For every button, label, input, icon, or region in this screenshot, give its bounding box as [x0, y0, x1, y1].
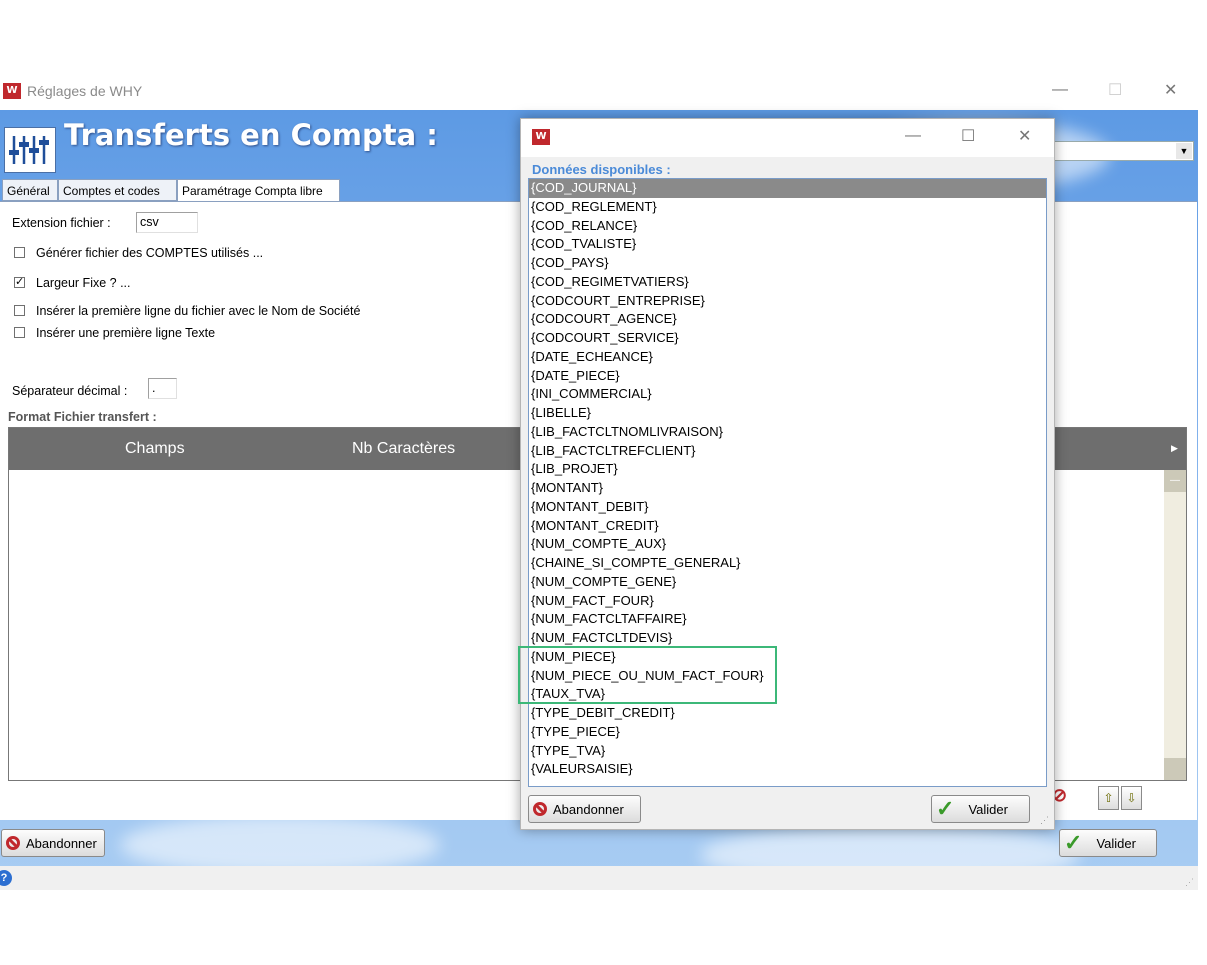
dialog-validate-button[interactable]: ✓ Valider	[931, 795, 1030, 823]
list-item[interactable]: {LIB_FACTCLTREFCLIENT}	[529, 442, 1046, 461]
dialog-resize-grip-icon[interactable]: ⋰	[1040, 815, 1049, 826]
window-title: Réglages de WHY	[27, 83, 143, 99]
main-titlebar: W Réglages de WHY — ☐ ✕	[0, 75, 1198, 109]
list-item[interactable]: {MONTANT_CREDIT}	[529, 517, 1046, 536]
settings-sliders-icon	[4, 127, 56, 173]
grid-scrollbar[interactable]: —	[1164, 470, 1186, 780]
checkmark-icon: ✓	[1064, 830, 1083, 855]
list-item[interactable]: {NUM_FACT_FOUR}	[529, 592, 1046, 611]
list-item[interactable]: {MONTANT_DEBIT}	[529, 498, 1046, 517]
page-title: Transferts en Compta :	[64, 118, 438, 152]
list-item[interactable]: {TYPE_DEBIT_CREDIT}	[529, 704, 1046, 723]
dialog-close-button[interactable]: ✕	[1018, 126, 1031, 146]
list-item[interactable]: {LIBELLE}	[529, 404, 1046, 423]
list-item[interactable]: {CODCOURT_ENTREPRISE}	[529, 292, 1046, 311]
tab-parametrage-compta-libre[interactable]: Paramétrage Compta libre	[177, 179, 340, 202]
dialog-minimize-button[interactable]: —	[905, 127, 921, 145]
list-item[interactable]: {COD_RELANCE}	[529, 217, 1046, 236]
list-item[interactable]: {COD_REGIMETVATIERS}	[529, 273, 1046, 292]
move-up-button[interactable]: ⇧	[1098, 786, 1119, 810]
highlight-box	[518, 646, 777, 704]
list-item[interactable]: {DATE_ECHEANCE}	[529, 348, 1046, 367]
dialog-cancel-button[interactable]: Abandonner	[528, 795, 641, 823]
list-item[interactable]: {NUM_FACTCLTDEVIS}	[529, 629, 1046, 648]
dialog-validate-button-label: Valider	[968, 801, 1008, 817]
checkbox-label-premiere-ligne-texte: Insérer une première ligne Texte	[36, 326, 216, 340]
checkbox-label-largeur-fixe: Largeur Fixe ? ...	[36, 276, 131, 290]
cancel-button-label: Abandonner	[26, 835, 97, 851]
maximize-button[interactable]: ☐	[1108, 80, 1122, 100]
decimal-separator-label: Séparateur décimal :	[12, 384, 128, 398]
chevron-right-icon: ▶	[1171, 443, 1178, 453]
cancel-button[interactable]: Abandonner	[1, 829, 105, 857]
status-bar: ? ⋰	[0, 866, 1198, 890]
minimize-button[interactable]: —	[1052, 81, 1068, 99]
list-item[interactable]: {COD_REGLEMENT}	[529, 198, 1046, 217]
decimal-separator-input[interactable]: .	[148, 378, 177, 399]
checkbox-label-premiere-ligne-societe: Insérer la première ligne du fichier ave…	[36, 304, 361, 318]
column-header-champs[interactable]: Champs	[125, 440, 185, 458]
list-item[interactable]: {LIB_FACTCLTNOMLIVRAISON}	[529, 423, 1046, 442]
list-item[interactable]: {CODCOURT_AGENCE}	[529, 310, 1046, 329]
extension-input[interactable]: csv	[136, 212, 198, 233]
validate-button-label: Valider	[1096, 835, 1136, 851]
app-logo-icon: W	[3, 83, 21, 99]
format-fichier-label: Format Fichier transfert :	[8, 410, 157, 424]
checkbox-generer-comptes[interactable]	[14, 247, 25, 258]
list-item[interactable]: {NUM_COMPTE_AUX}	[529, 535, 1046, 554]
validate-button[interactable]: ✓ Valider	[1059, 829, 1157, 857]
tab-comptes-codes[interactable]: Comptes et codes	[58, 179, 177, 201]
list-item[interactable]: {CHAINE_SI_COMPTE_GENERAL}	[529, 554, 1046, 573]
list-item[interactable]: {DATE_PIECE}	[529, 367, 1046, 386]
header-combobox[interactable]: ▼	[1050, 141, 1194, 161]
dialog-caption: Données disponibles :	[532, 162, 671, 177]
list-item[interactable]: {LIB_PROJET}	[529, 460, 1046, 479]
list-item[interactable]: {CODCOURT_SERVICE}	[529, 329, 1046, 348]
dialog-cancel-icon	[533, 802, 547, 816]
list-item[interactable]: {TYPE_TVA}	[529, 742, 1046, 761]
checkbox-premiere-ligne-societe[interactable]	[14, 305, 25, 316]
dialog-maximize-button[interactable]: ☐	[961, 126, 975, 146]
dialog-titlebar: W — ☐ ✕	[521, 119, 1054, 157]
move-down-button[interactable]: ⇩	[1121, 786, 1142, 810]
list-item[interactable]: {VALEURSAISIE}	[529, 760, 1046, 779]
list-item[interactable]: {NUM_COMPTE_GENE}	[529, 573, 1046, 592]
checkbox-largeur-fixe[interactable]: ✓	[14, 277, 25, 288]
dialog-cancel-button-label: Abandonner	[553, 801, 624, 817]
list-item[interactable]: {COD_PAYS}	[529, 254, 1046, 273]
cancel-icon	[6, 836, 20, 850]
close-button[interactable]: ✕	[1164, 80, 1177, 100]
help-icon[interactable]: ?	[0, 870, 12, 886]
tab-general[interactable]: Général	[2, 179, 58, 201]
chevron-down-icon[interactable]: ▼	[1176, 143, 1192, 159]
extension-label: Extension fichier :	[12, 216, 111, 230]
scroll-down-icon[interactable]	[1164, 758, 1186, 780]
list-item[interactable]: {MONTANT}	[529, 479, 1046, 498]
list-item[interactable]: {COD_TVALISTE}	[529, 235, 1046, 254]
checkbox-label-generer-comptes: Générer fichier des COMPTES utilisés ...	[36, 246, 264, 260]
checkbox-premiere-ligne-texte[interactable]	[14, 327, 25, 338]
dialog-logo-icon: W	[532, 129, 550, 145]
list-item[interactable]: {COD_JOURNAL}	[529, 179, 1046, 198]
scroll-up-icon[interactable]: —	[1164, 470, 1186, 492]
resize-grip-icon[interactable]: ⋰	[1185, 877, 1194, 888]
list-item[interactable]: {INI_COMMERCIAL}	[529, 385, 1046, 404]
list-item[interactable]: {NUM_FACTCLTAFFAIRE}	[529, 610, 1046, 629]
list-item[interactable]: {TYPE_PIECE}	[529, 723, 1046, 742]
dialog-checkmark-icon: ✓	[936, 796, 955, 821]
column-header-nb-caracteres[interactable]: Nb Caractères	[352, 440, 455, 458]
